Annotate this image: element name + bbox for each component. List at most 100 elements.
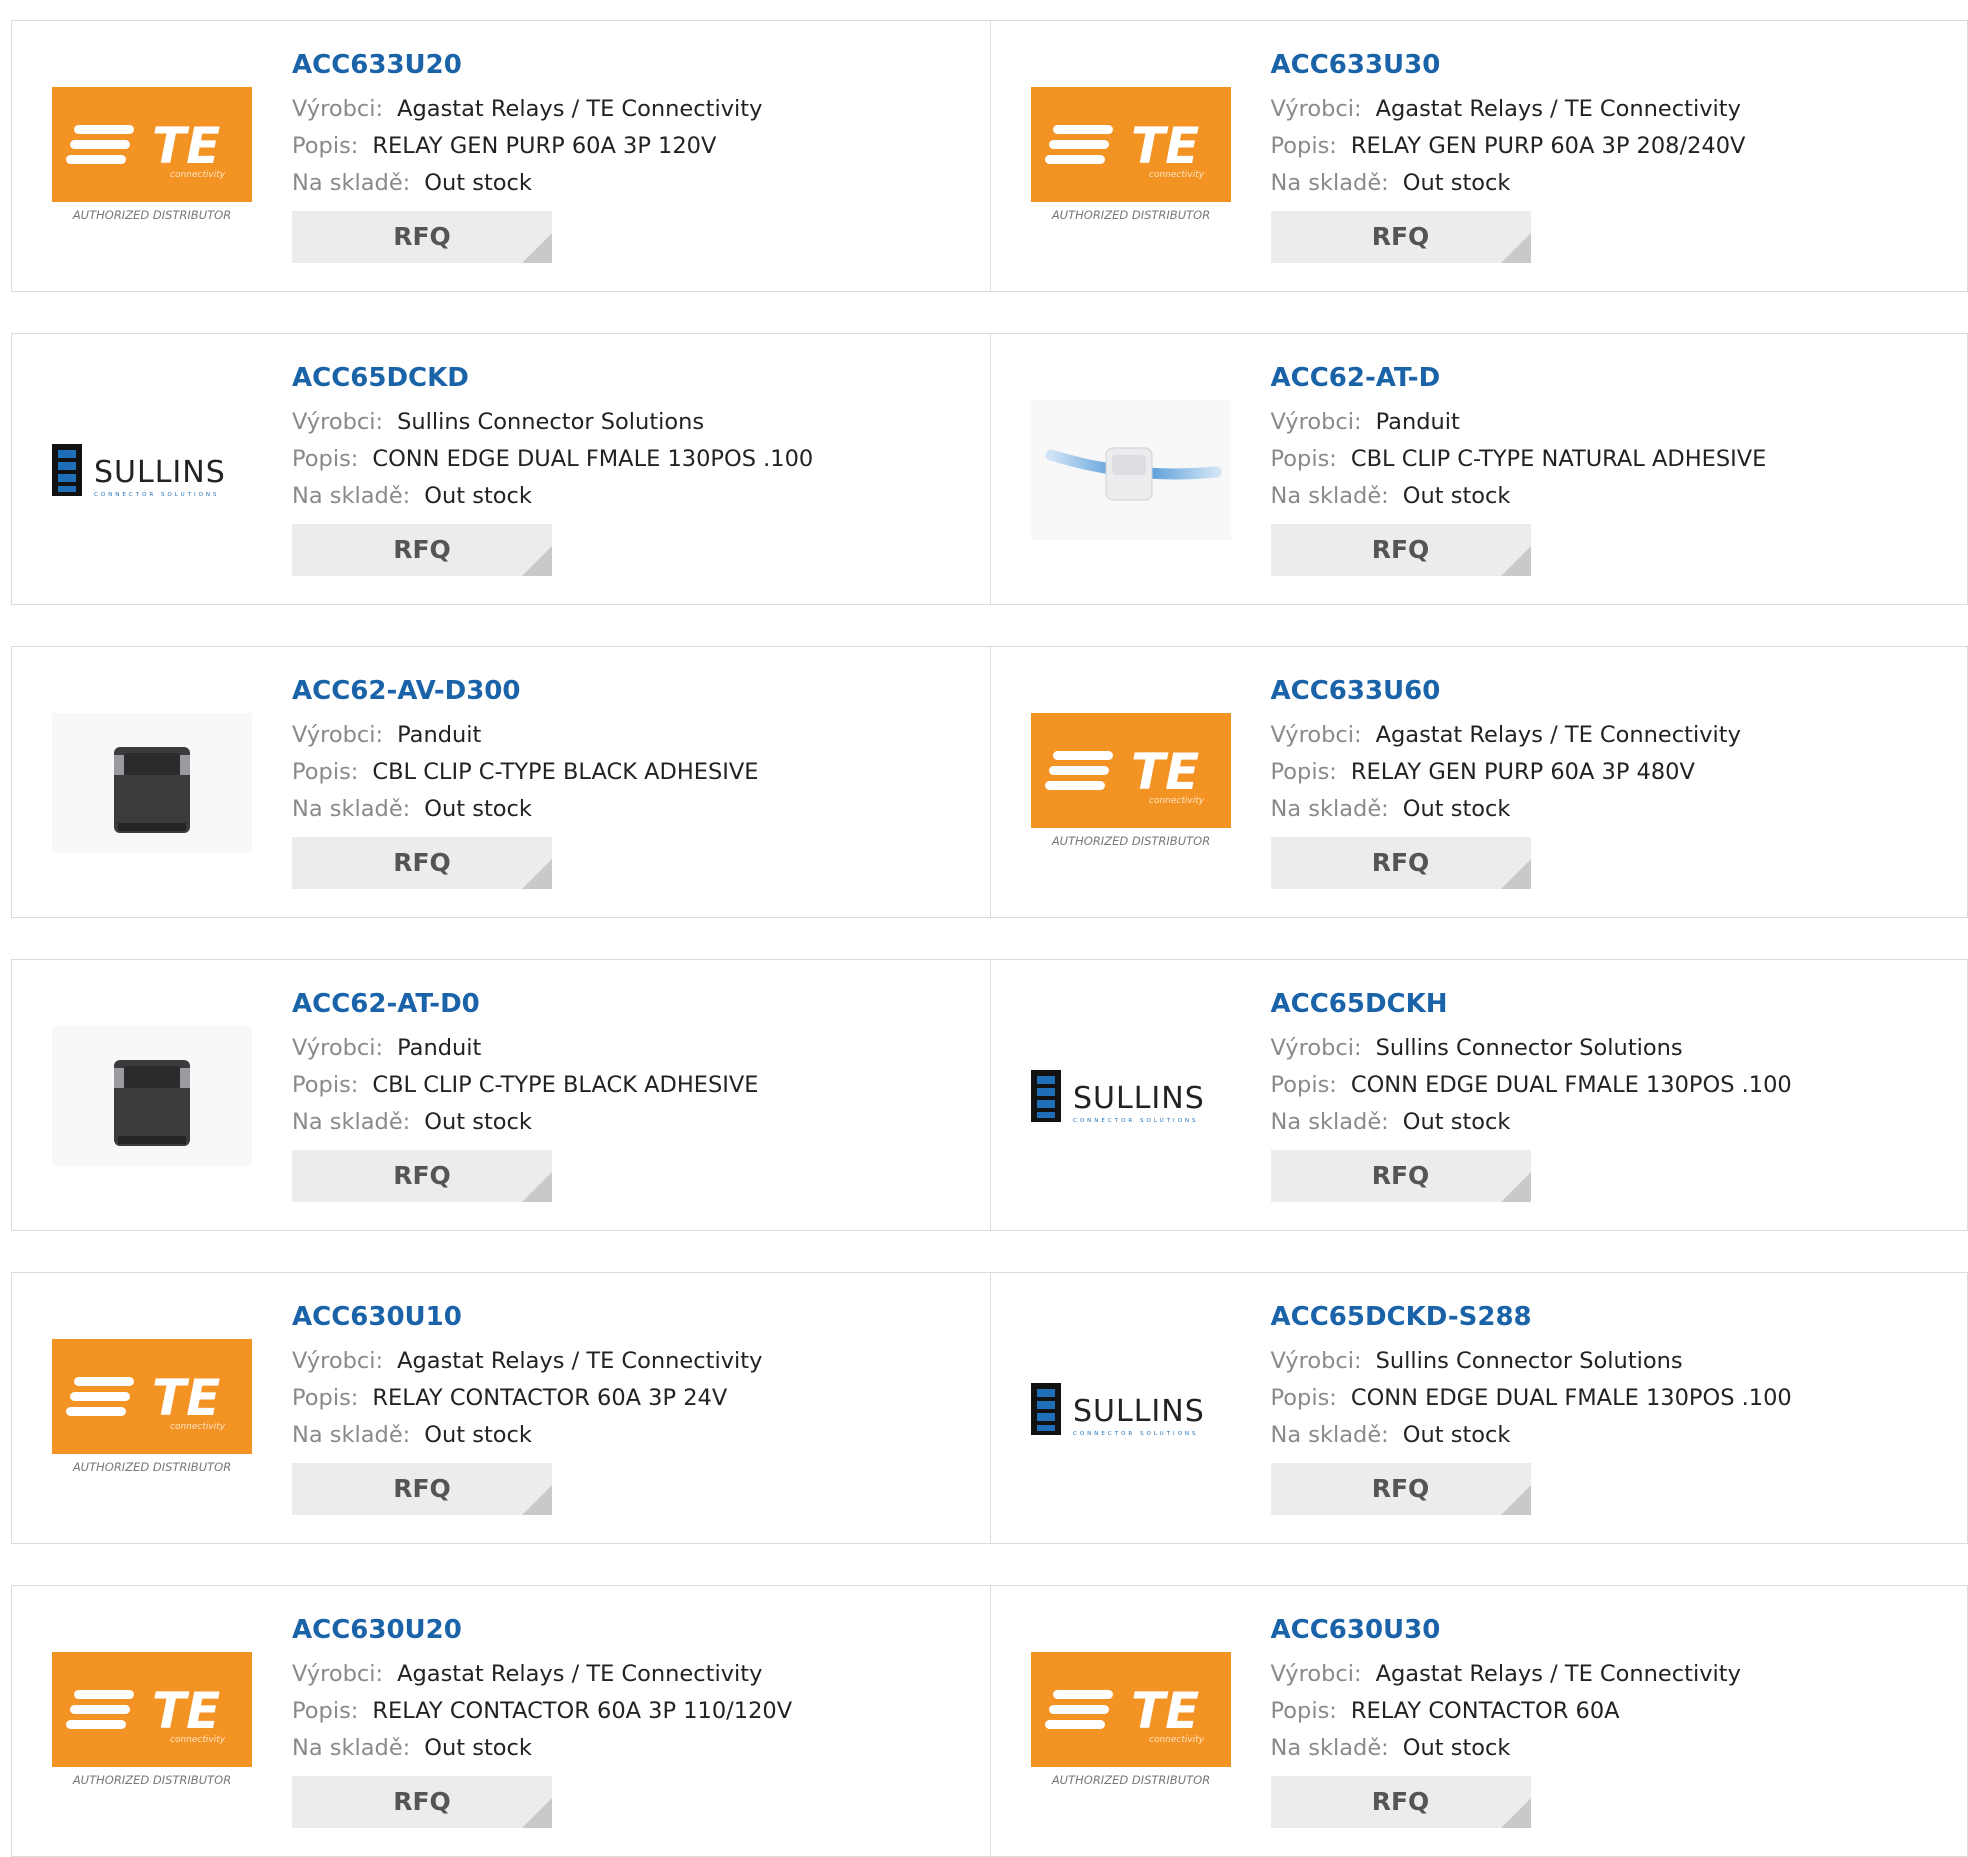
description-value: CBL CLIP C-TYPE BLACK ADHESIVE xyxy=(372,1072,759,1098)
part-number-link[interactable]: ACC62-AT-D0 xyxy=(292,988,980,1020)
rfq-label: RFQ xyxy=(393,222,451,251)
manufacturer-logo xyxy=(1030,400,1231,540)
rfq-button[interactable]: RFQ xyxy=(1270,1776,1531,1828)
rfq-button[interactable]: RFQ xyxy=(1270,211,1531,263)
corner-triangle-icon xyxy=(1500,233,1531,263)
stock-label: Na skladě: xyxy=(1270,483,1389,509)
part-number-link[interactable]: ACC633U30 xyxy=(1271,49,1958,81)
part-number-link[interactable]: ACC633U60 xyxy=(1271,675,1958,707)
product-card: TE connectivity AUTHORIZED DISTRIBUTOR ACC… xyxy=(989,1586,1968,1856)
corner-triangle-icon xyxy=(1500,1798,1531,1828)
manufacturer-label: Výrobci: xyxy=(292,96,384,122)
part-number-link[interactable]: ACC62-AT-D xyxy=(1271,362,1958,394)
part-number-link[interactable]: ACC65DCKH xyxy=(1271,988,1958,1020)
te-tagline-text: connectivity xyxy=(1149,170,1205,180)
sullins-brand-text: SULLINS xyxy=(1073,1081,1205,1116)
rfq-button[interactable]: RFQ xyxy=(1270,524,1531,576)
rfq-button[interactable]: RFQ xyxy=(292,1150,552,1202)
rfq-button[interactable]: RFQ xyxy=(1270,1463,1531,1515)
product-info: ACC633U60 Výrobci: Agastat Relays / TE Co… xyxy=(1270,675,1958,889)
manufacturer-logo: TE connectivity AUTHORIZED DISTRIBUTOR xyxy=(52,1339,252,1479)
stock-row: Na skladě: Out stock xyxy=(292,1417,980,1454)
sullins-brand-text: SULLINS xyxy=(1073,1394,1205,1429)
stock-value: Out stock xyxy=(1402,1735,1511,1761)
stock-value: Out stock xyxy=(1402,483,1511,509)
rfq-button[interactable]: RFQ xyxy=(292,211,552,263)
product-info: ACC630U20 Výrobci: Agastat Relays / TE Co… xyxy=(292,1614,980,1828)
manufacturer-row: Výrobci: Panduit xyxy=(292,1030,980,1067)
part-number-link[interactable]: ACC630U10 xyxy=(292,1301,980,1333)
stock-value: Out stock xyxy=(1402,796,1511,822)
stock-value: Out stock xyxy=(424,1422,532,1448)
rfq-button[interactable]: RFQ xyxy=(292,837,552,889)
rfq-label: RFQ xyxy=(1371,535,1430,564)
sullins-brand-text: SULLINS xyxy=(94,455,226,490)
corner-triangle-icon xyxy=(1500,546,1531,576)
part-number-link[interactable]: ACC630U20 xyxy=(292,1614,980,1646)
part-number-link[interactable]: ACC633U20 xyxy=(292,49,980,81)
te-tagline-text: connectivity xyxy=(170,1422,226,1432)
description-value: RELAY CONTACTOR 60A 3P 24V xyxy=(372,1385,728,1411)
rfq-label: RFQ xyxy=(1371,1474,1430,1503)
rfq-label: RFQ xyxy=(1371,848,1430,877)
product-row: TE connectivity AUTHORIZED DISTRIBUTOR ACC… xyxy=(11,1585,1968,1857)
stock-value: Out stock xyxy=(1402,1109,1511,1135)
description-label: Popis: xyxy=(1270,759,1337,785)
rfq-button[interactable]: RFQ xyxy=(1270,1150,1531,1202)
manufacturer-label: Výrobci: xyxy=(292,722,384,748)
product-card: TE connectivity AUTHORIZED DISTRIBUTOR ACC… xyxy=(12,1586,990,1856)
corner-triangle-icon xyxy=(522,546,552,576)
manufacturer-value: Sullins Connector Solutions xyxy=(397,409,705,435)
stock-value: Out stock xyxy=(424,1735,532,1761)
description-label: Popis: xyxy=(1270,1385,1337,1411)
description-value: CONN EDGE DUAL FMALE 130POS .100 xyxy=(1350,1072,1792,1098)
product-card: ACC62-AT-D Výrobci: Panduit Popis: CBL CLI… xyxy=(989,334,1968,604)
sullins-tagline-text: CONNECTOR SOLUTIONS xyxy=(94,492,220,498)
stock-row: Na skladě: Out stock xyxy=(1271,165,1958,202)
white-cable-clip-image xyxy=(1030,400,1231,540)
stock-row: Na skladě: Out stock xyxy=(292,165,980,202)
corner-triangle-icon xyxy=(522,1798,552,1828)
stock-label: Na skladě: xyxy=(1270,170,1389,196)
te-logo: TEconnectivity AUTHORIZED DISTRIBUTOR xyxy=(1030,1652,1231,1787)
description-value: CBL CLIP C-TYPE BLACK ADHESIVE xyxy=(372,759,759,785)
manufacturer-label: Výrobci: xyxy=(292,409,384,435)
manufacturer-value: Agastat Relays / TE Connectivity xyxy=(1375,722,1741,748)
part-number-link[interactable]: ACC62-AV-D300 xyxy=(292,675,980,707)
part-number-link[interactable]: ACC65DCKD xyxy=(292,362,980,394)
stock-value: Out stock xyxy=(1402,170,1511,196)
rfq-button[interactable]: RFQ xyxy=(292,1463,552,1515)
sullins-tagline-text: CONNECTOR SOLUTIONS xyxy=(1073,1431,1199,1437)
manufacturer-logo: TE connectivity AUTHORIZED DISTRIBUTOR xyxy=(52,1652,252,1792)
stock-row: Na skladě: Out stock xyxy=(1271,791,1958,828)
te-logo: TEconnectivity AUTHORIZED DISTRIBUTOR xyxy=(1030,87,1231,222)
manufacturer-value: Sullins Connector Solutions xyxy=(1375,1348,1683,1374)
rfq-button[interactable]: RFQ xyxy=(1270,837,1531,889)
rfq-button[interactable]: RFQ xyxy=(292,524,552,576)
stock-label: Na skladě: xyxy=(1270,1422,1389,1448)
manufacturer-value: Panduit xyxy=(1375,409,1460,435)
stock-value: Out stock xyxy=(1402,1422,1511,1448)
rfq-label: RFQ xyxy=(393,535,451,564)
product-card: TE connectivity AUTHORIZED DISTRIBUTOR ACC… xyxy=(989,21,1968,291)
description-value: CONN EDGE DUAL FMALE 130POS .100 xyxy=(372,446,814,472)
manufacturer-row: Výrobci: Agastat Relays / TE Connectivity xyxy=(1271,717,1958,754)
product-card: SULLINS CONNECTOR SOLUTIONS ACC65DCKD Výr… xyxy=(12,334,990,604)
stock-label: Na skladě: xyxy=(292,483,411,509)
corner-triangle-icon xyxy=(522,859,552,889)
rfq-button[interactable]: RFQ xyxy=(292,1776,552,1828)
rfq-label: RFQ xyxy=(1371,222,1430,251)
te-brand-text: TE xyxy=(152,117,220,175)
stock-value: Out stock xyxy=(424,483,532,509)
manufacturer-logo: TE connectivity AUTHORIZED DISTRIBUTOR xyxy=(1030,713,1231,853)
rfq-label: RFQ xyxy=(393,848,451,877)
te-logo: TEconnectivity AUTHORIZED DISTRIBUTOR xyxy=(52,1652,252,1787)
part-number-link[interactable]: ACC630U30 xyxy=(1271,1614,1958,1646)
part-number-link[interactable]: ACC65DCKD-S288 xyxy=(1271,1301,1958,1333)
product-info: ACC65DCKH Výrobci: Sullins Connector Solu… xyxy=(1270,988,1958,1202)
product-card: SULLINS CONNECTOR SOLUTIONS ACC65DCKD-S28… xyxy=(989,1273,1968,1543)
description-value: RELAY GEN PURP 60A 3P 120V xyxy=(372,133,717,159)
manufacturer-row: Výrobci: Panduit xyxy=(292,717,980,754)
description-label: Popis: xyxy=(1270,446,1337,472)
description-row: Popis: RELAY GEN PURP 60A 3P 208/240V xyxy=(1271,128,1958,165)
